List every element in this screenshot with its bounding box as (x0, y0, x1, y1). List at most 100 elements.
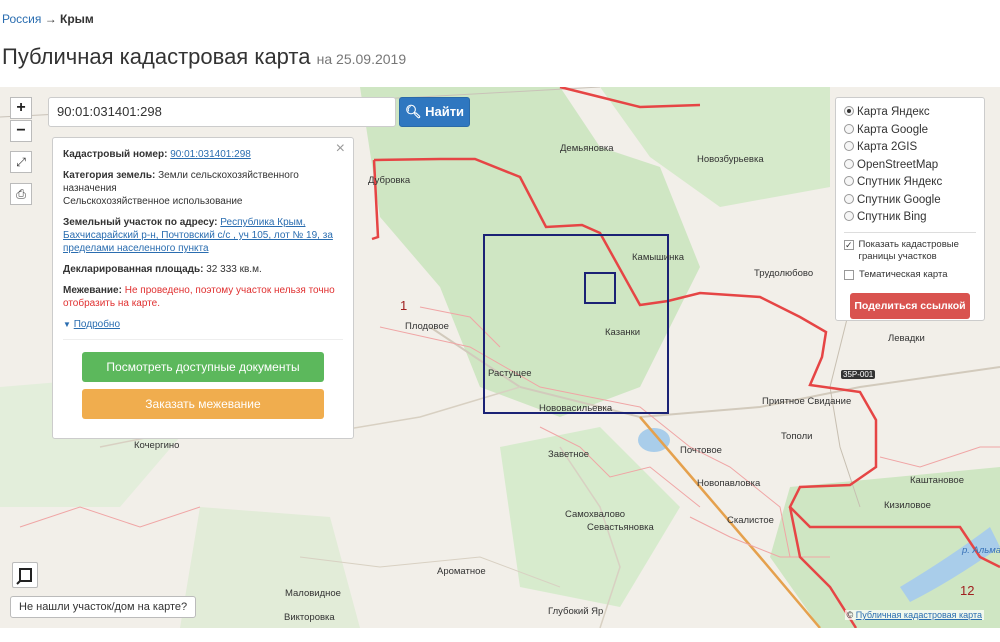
address-row: Земельный участок по адресу: Республика … (63, 216, 343, 255)
find-button[interactable]: 🔍︎ Найти (399, 97, 470, 127)
layer-option-label: Спутник Яндекс (857, 176, 943, 188)
page-title-date: на 25.09.2019 (316, 51, 407, 67)
place-label: Кочергино (134, 440, 180, 451)
place-label: Каштановое (910, 475, 965, 486)
radio-icon[interactable] (844, 141, 854, 151)
show-borders-label: Показать кадастровые границы участков (858, 238, 959, 262)
expand-icon: ⤢ (16, 155, 26, 169)
address-label: Земельный участок по адресу: (63, 217, 218, 228)
place-label: Кизиловое (884, 500, 931, 511)
parcel-info-panel: × Кадастровый номер: 90:01:031401:298 Ка… (52, 137, 354, 439)
place-label: Скалистое (727, 515, 774, 526)
divider (63, 339, 343, 340)
zoom-in-button[interactable]: + (10, 97, 32, 119)
zoom-out-button[interactable]: − (10, 120, 32, 142)
copyright-symbol: © (846, 610, 854, 620)
map-layers-panel: Карта Яндекс Карта Google Карта 2GIS OpenSt… (835, 97, 985, 321)
place-label: Дубровка (368, 175, 411, 186)
fullscreen-button[interactable]: ⤢ (10, 151, 32, 173)
radio-icon[interactable] (844, 158, 854, 169)
show-borders-option[interactable]: ✓ Показать кадастровые границы участков (844, 239, 976, 263)
thematic-map-option[interactable]: Тематическая карта (844, 269, 976, 281)
layer-option[interactable]: Спутник Google (844, 192, 976, 210)
layer-option[interactable]: Карта 2GIS (844, 139, 976, 157)
radio-icon[interactable] (844, 123, 854, 134)
zoom-control: + − (10, 97, 32, 142)
checkbox-icon[interactable] (844, 269, 854, 280)
place-label: Казанки (605, 327, 641, 338)
place-label: Ароматное (437, 566, 486, 577)
view-documents-button[interactable]: Посмотреть доступные документы (82, 352, 324, 382)
layer-option[interactable]: Спутник Яндекс (844, 174, 976, 192)
more-details-link[interactable]: Подробно (74, 319, 120, 330)
share-link-button[interactable]: Поделиться ссылкой (850, 292, 970, 319)
place-label: Тополи (781, 431, 813, 442)
place-label: Новопавловка (697, 478, 761, 489)
breadcrumb-link-russia[interactable]: Россия (2, 12, 41, 26)
layer-option[interactable]: Спутник Bing (844, 209, 976, 227)
place-label: Трудолюбово (754, 268, 814, 279)
area-value: 32 333 кв.м. (206, 264, 262, 275)
more-row: ▼ Подробно (63, 318, 343, 331)
not-found-button[interactable]: Не нашли участок/дом на карте? (10, 596, 197, 618)
radio-icon[interactable] (844, 211, 854, 221)
place-label: Камышинка (632, 252, 684, 263)
layer-option[interactable]: Карта Яндекс (844, 104, 976, 122)
land-category-label: Категория земель: (63, 170, 156, 181)
layer-list: Карта Яндекс Карта Google Карта 2GIS OpenSt… (844, 104, 976, 227)
breadcrumb-current: Крым (60, 12, 94, 26)
find-button-label: Найти (425, 104, 465, 119)
layer-option-label: OpenStreetMap (857, 158, 939, 171)
cadastral-number-link[interactable]: 90:01:031401:298 (170, 149, 251, 160)
layer-option-label: Карта 2GIS (857, 141, 918, 153)
print-button[interactable]: ⎙ (10, 183, 32, 205)
divider (844, 231, 976, 233)
road-sign: 35Р-001 (841, 370, 876, 379)
land-category-row: Категория земель: Земли сельскохозяйстве… (63, 169, 343, 208)
printer-icon: ⎙ (16, 187, 26, 201)
place-label: Плодовое (405, 321, 449, 332)
area-row: Декларированная площадь: 32 333 кв.м. (63, 263, 343, 276)
river-label: р. Альма (962, 545, 1000, 556)
caret-down-icon: ▼ (63, 320, 71, 329)
thematic-map-label: Тематическая карта (859, 268, 948, 280)
region-number: 12 (960, 583, 975, 598)
copyright-link[interactable]: Публичная кадастровая карта (856, 610, 982, 620)
area-select-button[interactable] (12, 562, 38, 588)
place-label: Демьяновка (560, 143, 614, 154)
radio-icon[interactable] (844, 106, 854, 116)
checkbox-checked-icon[interactable]: ✓ (844, 239, 854, 250)
area-label: Декларированная площадь: (63, 264, 204, 275)
layer-option-label: Карта Яндекс (857, 106, 930, 118)
place-label: Левадки (888, 333, 925, 344)
close-icon[interactable]: × (336, 141, 345, 157)
place-label: Нововасильевка (539, 403, 613, 414)
place-label: Растущее (488, 368, 532, 379)
region-number: 1 (400, 298, 408, 313)
copyright: © Публичная кадастровая карта (844, 610, 984, 620)
breadcrumb: Россия → Крым (2, 12, 94, 26)
place-label: Заветное (548, 449, 590, 460)
page-title-main: Публичная кадастровая карта (2, 44, 311, 69)
cadastral-map[interactable]: Демьяновка Новозбурьевка Дубровка Камыши… (0, 87, 1000, 628)
place-label: Самохвалово (565, 509, 626, 520)
layer-option[interactable]: OpenStreetMap (844, 157, 976, 175)
page-title: Публичная кадастровая карта на 25.09.201… (2, 44, 406, 70)
land-usage-value: Сельскохозяйственное использование (63, 196, 243, 207)
order-survey-button[interactable]: Заказать межевание (82, 389, 324, 419)
place-label: Почтовое (680, 445, 722, 456)
layer-option[interactable]: Карта Google (844, 122, 976, 140)
layer-option-label: Карта Google (857, 123, 929, 136)
survey-label: Межевание: (63, 285, 122, 296)
search-input[interactable]: 90:01:031401:298 (48, 97, 396, 127)
radio-icon[interactable] (844, 176, 854, 186)
layer-option-label: Спутник Google (857, 193, 941, 206)
cadastral-number-row: Кадастровый номер: 90:01:031401:298 (63, 148, 343, 161)
radio-icon[interactable] (844, 193, 854, 204)
place-label: Севастьяновка (587, 522, 654, 533)
layer-option-label: Спутник Bing (857, 211, 927, 223)
place-label: Новозбурьевка (697, 154, 764, 165)
place-label: Маловидное (285, 588, 341, 599)
select-area-icon (16, 568, 32, 585)
cadastral-number-label: Кадастровый номер: (63, 149, 168, 160)
